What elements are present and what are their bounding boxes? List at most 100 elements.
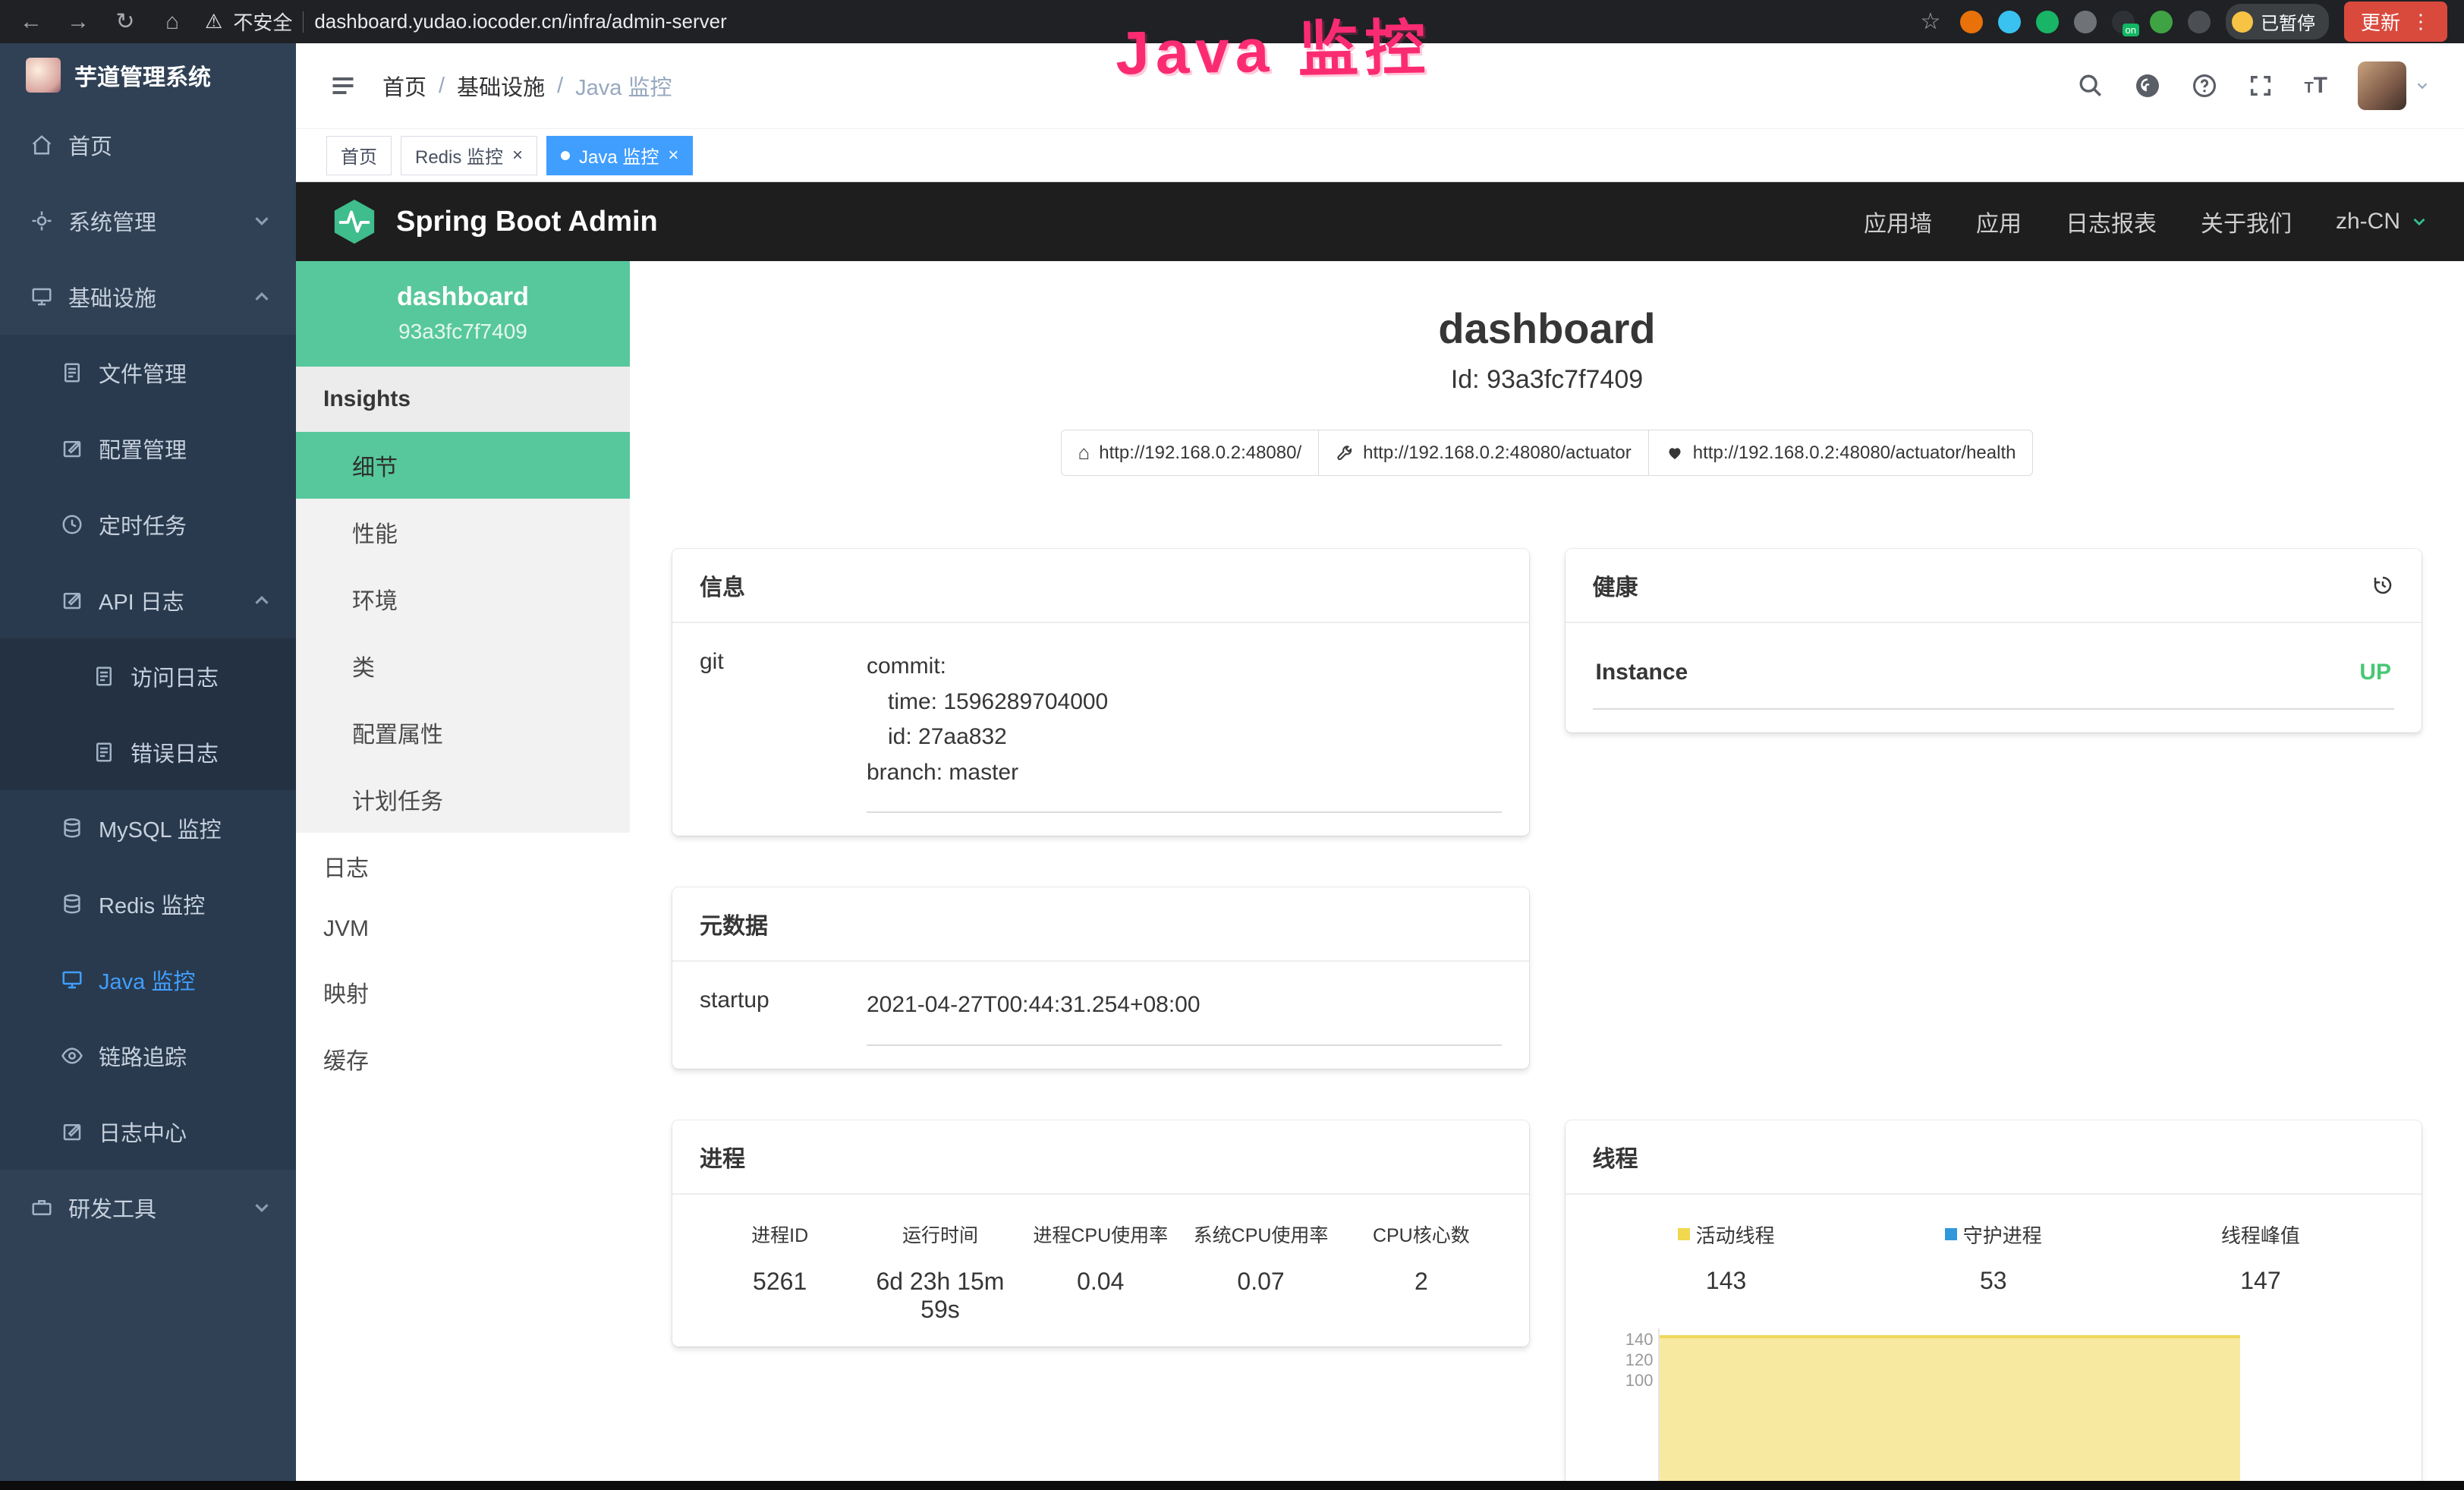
update-button[interactable]: 更新 ⋮ (2344, 2, 2447, 42)
insights-section-label: Insights (296, 367, 630, 432)
sidebar-item-dev-tools[interactable]: 研发工具 (0, 1170, 296, 1246)
service-url-button[interactable]: ⌂ http://192.168.0.2:48080/ (1061, 430, 1320, 476)
extension-fox-icon[interactable] (1960, 11, 1983, 33)
sba-nav-applications[interactable]: 应用 (1976, 205, 2022, 238)
extension-leaf-icon[interactable] (2150, 11, 2173, 33)
instance-links: ⌂ http://192.168.0.2:48080/ http://192.1… (672, 430, 2422, 476)
extension-green-icon[interactable] (2036, 11, 2059, 33)
metadata-card-title: 元数据 (700, 907, 768, 940)
sba-item-mappings[interactable]: 映射 (296, 959, 630, 1025)
sidebar-item-infrastructure[interactable]: 基础设施 (0, 259, 296, 335)
sidebar-item-api-log[interactable]: API 日志 (0, 562, 296, 638)
github-icon[interactable] (2134, 72, 2161, 99)
history-icon[interactable] (2371, 574, 2394, 597)
sidebar-item-redis-monitor[interactable]: Redis 监控 (0, 866, 296, 942)
sba-item-metrics[interactable]: 性能 (296, 499, 630, 565)
sba-main-content: dashboard Id: 93a3fc7f7409 ⌂ http://192.… (630, 261, 2464, 1490)
insights-group: 细节 性能 环境 类 配置属性 计划任务 (296, 432, 630, 833)
sidebar-item-mysql-monitor[interactable]: MySQL 监控 (0, 790, 296, 866)
forward-icon[interactable]: → (64, 9, 93, 35)
help-icon[interactable] (2192, 73, 2217, 99)
sidebar-item-label: 研发工具 (68, 1192, 156, 1224)
col-header: 进程CPU使用率 (1021, 1221, 1181, 1248)
log-center-icon (61, 1120, 83, 1143)
sidebar-item-access-log[interactable]: 访问日志 (0, 638, 296, 714)
sba-item-config-props[interactable]: 配置属性 (296, 699, 630, 766)
link-label: http://192.168.0.2:48080/actuator (1363, 443, 1632, 464)
user-menu[interactable] (2358, 61, 2431, 110)
sidebar-item-system-mgmt[interactable]: 系统管理 (0, 183, 296, 259)
fullscreen-icon[interactable] (2248, 73, 2274, 99)
tab-home[interactable]: 首页 (326, 136, 392, 175)
sba-title[interactable]: Spring Boot Admin (396, 206, 658, 238)
tab-redis-monitor[interactable]: Redis 监控 × (401, 136, 537, 175)
breadcrumb-infrastructure[interactable]: 基础设施 (457, 70, 545, 102)
process-col-uptime: 运行时间 6d 23h 15m 59s (860, 1221, 1020, 1324)
address-bar[interactable]: ⚠ 不安全 dashboard.yudao.iocoder.cn/infra/a… (205, 8, 727, 36)
sidebar-item-java-monitor[interactable]: Java 监控 (0, 942, 296, 1018)
browser-chrome: ← → ↻ ⌂ ⚠ 不安全 dashboard.yudao.iocoder.cn… (0, 0, 2464, 43)
health-url-button[interactable]: http://192.168.0.2:48080/actuator/health (1648, 430, 2034, 476)
bookmark-star-icon[interactable]: ☆ (1916, 8, 1945, 35)
extension-switch-icon[interactable]: on (2112, 11, 2135, 33)
spring-boot-admin-logo[interactable] (331, 198, 378, 245)
sba-item-environment[interactable]: 环境 (296, 565, 630, 632)
eye-icon (61, 1044, 83, 1067)
chrome-menu-icon[interactable]: ⋮ (2411, 10, 2431, 33)
close-icon[interactable]: × (668, 145, 678, 166)
health-card-title: 健康 (1593, 569, 1638, 602)
sidebar-item-config-mgmt[interactable]: 配置管理 (0, 411, 296, 487)
process-col-system-cpu: 系统CPU使用率 0.07 (1181, 1221, 1341, 1324)
sba-item-jvm[interactable]: JVM (296, 899, 630, 959)
sidebar-item-trace[interactable]: 链路追踪 (0, 1018, 296, 1094)
sba-nav-wallboard[interactable]: 应用墙 (1864, 205, 1932, 238)
sba-locale-select[interactable]: zh-CN (2336, 209, 2429, 235)
back-icon[interactable]: ← (17, 9, 46, 35)
metadata-key: startup (700, 988, 867, 1013)
sba-nav-journal[interactable]: 日志报表 (2066, 205, 2157, 238)
sba-nav-about[interactable]: 关于我们 (2201, 205, 2292, 238)
reload-icon[interactable]: ↻ (111, 8, 140, 35)
metadata-card: 元数据 startup 2021-04-27T00:44:31.254+08:0… (672, 887, 1529, 1069)
search-icon[interactable] (2078, 73, 2104, 99)
sba-item-details[interactable]: 细节 (296, 432, 630, 499)
heart-icon (1666, 444, 1684, 462)
bottom-edge (0, 1481, 2464, 1490)
sidebar-item-home[interactable]: 首页 (0, 107, 296, 183)
chevron-down-icon (250, 1196, 273, 1219)
error-log-icon (93, 741, 115, 764)
tab-java-monitor[interactable]: Java 监控 × (546, 136, 693, 175)
actuator-url-button[interactable]: http://192.168.0.2:48080/actuator (1318, 430, 1649, 476)
paused-badge[interactable]: 已暂停 (2226, 4, 2329, 39)
sba-item-classes[interactable]: 类 (296, 632, 630, 699)
threads-legend: 活动线程 143 守护进程 53 (1593, 1221, 2395, 1295)
sba-item-caches[interactable]: 缓存 (296, 1025, 630, 1092)
hamburger-icon[interactable] (329, 72, 357, 99)
sidebar-item-label: Java 监控 (99, 964, 195, 996)
sba-item-scheduled-tasks[interactable]: 计划任务 (296, 766, 630, 833)
close-icon[interactable]: × (512, 145, 523, 166)
extension-grid-icon[interactable] (2074, 11, 2097, 33)
git-commit-line: commit: (867, 649, 1502, 685)
sidebar-item-file-mgmt[interactable]: 文件管理 (0, 335, 296, 411)
home-icon[interactable]: ⌂ (158, 9, 187, 35)
live-threads-area (1660, 1335, 2240, 1490)
sidebar-item-label: Redis 监控 (99, 888, 205, 920)
extension-puzzle-icon[interactable] (2188, 11, 2211, 33)
sba-item-logs[interactable]: 日志 (296, 833, 630, 899)
breadcrumb-home[interactable]: 首页 (382, 70, 426, 102)
chart-y-axis: 140 120 100 (1593, 1328, 1658, 1490)
warning-icon: ⚠ (205, 10, 222, 33)
paused-label: 已暂停 (2261, 8, 2315, 35)
java-monitor-icon (61, 969, 83, 991)
sidebar-item-log-center[interactable]: 日志中心 (0, 1094, 296, 1170)
extension-drop-icon[interactable] (1998, 11, 2021, 33)
font-size-icon[interactable]: TT (2304, 73, 2327, 99)
instance-header[interactable]: dashboard 93a3fc7f7409 (296, 261, 630, 367)
admin-sidebar: 芋道管理系统 首页 系统管理 基础设施 文件管理 配置管理 (0, 43, 296, 1490)
sidebar-item-error-log[interactable]: 错误日志 (0, 714, 296, 790)
app-logo[interactable]: 芋道管理系统 (0, 43, 296, 107)
threads-card-title: 线程 (1593, 1140, 1638, 1173)
breadcrumb-separator: / (439, 74, 445, 99)
sidebar-item-scheduled-jobs[interactable]: 定时任务 (0, 487, 296, 562)
